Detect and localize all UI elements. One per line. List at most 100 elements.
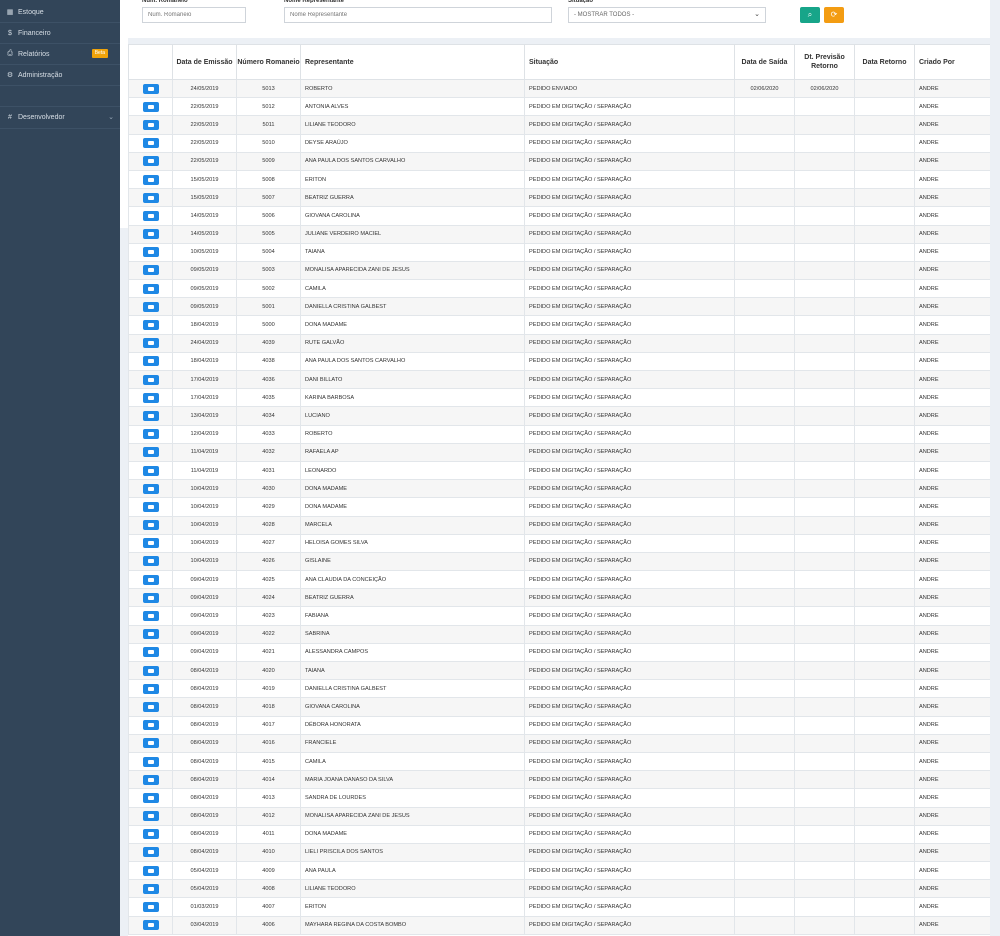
open-folder-button[interactable] [142,374,159,385]
open-folder-button[interactable] [142,556,159,567]
table-row[interactable]: 17/04/2019 4035 KARINA BARBOSA PEDIDO EM DI… [128,388,990,408]
open-folder-button[interactable] [142,138,159,149]
table-row[interactable]: 09/04/2019 4021 ALESSANDRA CAMPOS PEDIDO EM… [128,642,990,663]
table-row[interactable]: 10/05/2019 5004 TAIANA PEDIDO EM DIGITAÇÃO … [128,242,990,262]
open-folder-button[interactable] [142,265,159,276]
open-folder-button[interactable] [142,647,159,658]
table-row[interactable]: 11/04/2019 4031 LEONARDO PEDIDO EM DIGITAÇÃ… [128,460,990,481]
table-row[interactable]: 24/04/2019 4039 RUTE GALVÃO PEDIDO EM DIGIT… [128,333,990,353]
header-data-emissao[interactable]: Data de Emissão [172,44,237,80]
open-folder-button[interactable] [142,247,159,258]
open-folder-button[interactable] [142,119,159,130]
open-folder-button[interactable] [142,447,159,458]
open-folder-button[interactable] [142,720,159,731]
table-row[interactable]: 22/05/2019 5012 ANTONIA ALVES PEDIDO EM DIG… [128,97,990,117]
header-numero-romaneio[interactable]: Número Romaneio [236,44,301,80]
open-folder-button[interactable] [142,101,159,112]
open-folder-button[interactable] [142,520,159,531]
search-button[interactable]: ⌕ [800,7,820,23]
table-row[interactable]: 08/04/2019 4018 GIOVANA CAROLINA PEDIDO EM … [128,697,990,717]
sidebar-item-desenvolvedor[interactable]: # Desenvolvedor ⌄ [0,107,120,127]
table-row[interactable]: 09/05/2019 5001 DANIELLA CRISTINA GALBEST P… [128,297,990,317]
open-folder-button[interactable] [142,792,159,803]
table-row[interactable]: 05/04/2019 4009 ANA PAULA PEDIDO EM DIGITAÇ… [128,861,990,881]
table-row[interactable]: 08/04/2019 4011 DONA MADAME PEDIDO EM DIGIT… [128,824,990,844]
open-folder-button[interactable] [142,592,159,603]
header-data-retorno[interactable]: Data Retorno [854,44,915,80]
table-row[interactable]: 08/04/2019 4012 MONALISA APARECIDA ZANI DE… [128,806,990,826]
table-row[interactable]: 18/04/2019 5000 DONA MADAME PEDIDO EM DIGIT… [128,315,990,335]
table-row[interactable]: 17/04/2019 4036 DANI BILLATO PEDIDO EM DIGI… [128,369,990,390]
table-row[interactable]: 15/05/2019 5007 BEATRIZ GUERRA PEDIDO EM DI… [128,188,990,208]
sidebar-item-relatorios[interactable]: ⎙ Relatórios Beta [0,44,120,64]
open-folder-button[interactable] [142,665,159,676]
open-folder-button[interactable] [142,738,159,749]
table-row[interactable]: 10/04/2019 4026 GISLAINE PEDIDO EM DIGITAÇÃ… [128,551,990,572]
open-folder-button[interactable] [142,629,159,640]
table-row[interactable]: 08/04/2019 4020 TAIANA PEDIDO EM DIGITAÇÃO … [128,660,990,681]
open-folder-button[interactable] [142,701,159,712]
table-row[interactable]: 08/04/2019 4014 MARIA JOANA DANASO DA SILV… [128,770,990,790]
table-row[interactable]: 13/04/2019 4034 LUCIANO PEDIDO EM DIGITAÇÃO… [128,406,990,426]
table-row[interactable]: 09/05/2019 5002 CAMILA PEDIDO EM DIGITAÇÃO … [128,279,990,299]
open-folder-button[interactable] [142,920,159,931]
refresh-button[interactable]: ⟳ [824,7,844,23]
representante-input[interactable] [284,7,552,23]
table-row[interactable]: 09/04/2019 4025 ANA CLAUDIA DA CONCEIÇÃO PE… [128,570,990,590]
table-row[interactable]: 08/04/2019 4010 LIELI PRISCILA DOS SANTOS P… [128,842,990,863]
table-row[interactable]: 09/04/2019 4023 FABIANA PEDIDO EM DIGITAÇÃO… [128,606,990,626]
header-data-saida[interactable]: Data de Saída [734,44,795,80]
open-folder-button[interactable] [142,811,159,822]
sidebar-item-estoque[interactable]: ▦ Estoque [0,2,120,22]
table-row[interactable]: 05/04/2019 4008 LILIANE TEODORO PEDIDO EM D… [128,879,990,899]
table-row[interactable]: 08/04/2019 4013 SANDRA DE LOURDES PEDIDO EM… [128,788,990,808]
header-situacao[interactable]: Situação [524,44,735,80]
open-folder-button[interactable] [142,756,159,767]
open-folder-button[interactable] [142,865,159,876]
table-row[interactable]: 22/05/2019 5009 ANA PAULA DOS SANTOS CARVA… [128,151,990,171]
open-folder-button[interactable] [142,283,159,294]
open-folder-button[interactable] [142,156,159,167]
table-row[interactable]: 22/05/2019 5010 DEYSE ARAÚJO PEDIDO EM DIGI… [128,133,990,153]
table-row[interactable]: 10/04/2019 4030 DONA MADAME PEDIDO EM DIGIT… [128,479,990,499]
situacao-select[interactable]: - MOSTRAR TODOS - ⌄ [568,7,766,23]
table-row[interactable]: 08/04/2019 4017 DÉBORA HONORATA PEDIDO EM D… [128,715,990,735]
open-folder-button[interactable] [142,392,159,403]
open-folder-button[interactable] [142,774,159,785]
table-row[interactable]: 18/04/2019 4038 ANA PAULA DOS SANTOS CARVA… [128,351,990,372]
table-row[interactable]: 10/04/2019 4028 MARCELA PEDIDO EM DIGITAÇÃO… [128,515,990,535]
open-folder-button[interactable] [142,192,159,203]
header-dt-previsao-retorno[interactable]: Dt. Previsão Retorno [794,44,855,80]
open-folder-button[interactable] [142,611,159,622]
open-folder-button[interactable] [142,210,159,221]
header-criado-por[interactable]: Criado Por [914,44,990,80]
table-row[interactable]: 24/05/2019 5013 ROBERTO PEDIDO ENVIADO 02/06… [128,78,990,99]
open-folder-button[interactable] [142,483,159,494]
table-row[interactable]: 09/05/2019 5003 MONALISA APARECIDA ZANI DE… [128,260,990,281]
table-row[interactable]: 15/05/2019 5008 ERITON PEDIDO EM DIGITAÇÃO … [128,169,990,190]
table-row[interactable]: 11/04/2019 4032 RAFAELA AP PEDIDO EM DIGITA… [128,442,990,462]
table-row[interactable]: 09/04/2019 4022 SABRINA PEDIDO EM DIGITAÇÃO… [128,624,990,644]
open-folder-button[interactable] [142,501,159,512]
table-row[interactable]: 14/05/2019 5006 GIOVANA CAROLINA PEDIDO EM … [128,206,990,226]
open-folder-button[interactable] [142,847,159,858]
open-folder-button[interactable] [142,229,159,240]
open-folder-button[interactable] [142,83,159,94]
sidebar-item-administracao[interactable]: ⚙ Administração [0,65,120,85]
table-row[interactable]: 09/04/2019 4024 BEATRIZ GUERRA PEDIDO EM DI… [128,588,990,608]
open-folder-button[interactable] [142,356,159,367]
open-folder-button[interactable] [142,320,159,331]
open-folder-button[interactable] [142,301,159,312]
romaneio-input[interactable] [142,7,246,23]
open-folder-button[interactable] [142,574,159,585]
table-row[interactable]: 08/04/2019 4016 FRANCIELE PEDIDO EM DIGITAÇ… [128,733,990,753]
open-folder-button[interactable] [142,902,159,913]
table-row[interactable]: 10/04/2019 4027 HELOISA GOMES SILVA PEDIDO … [128,533,990,553]
table-row[interactable]: 03/04/2019 4006 MAYHARA REGINA DA COSTA BO… [128,915,990,935]
open-folder-button[interactable] [142,829,159,840]
header-representante[interactable]: Representante [300,44,525,80]
table-row[interactable]: 08/04/2019 4019 DANIELLA CRISTINA GALBEST P… [128,679,990,699]
open-folder-button[interactable] [142,429,159,440]
open-folder-button[interactable] [142,338,159,349]
open-folder-button[interactable] [142,174,159,185]
